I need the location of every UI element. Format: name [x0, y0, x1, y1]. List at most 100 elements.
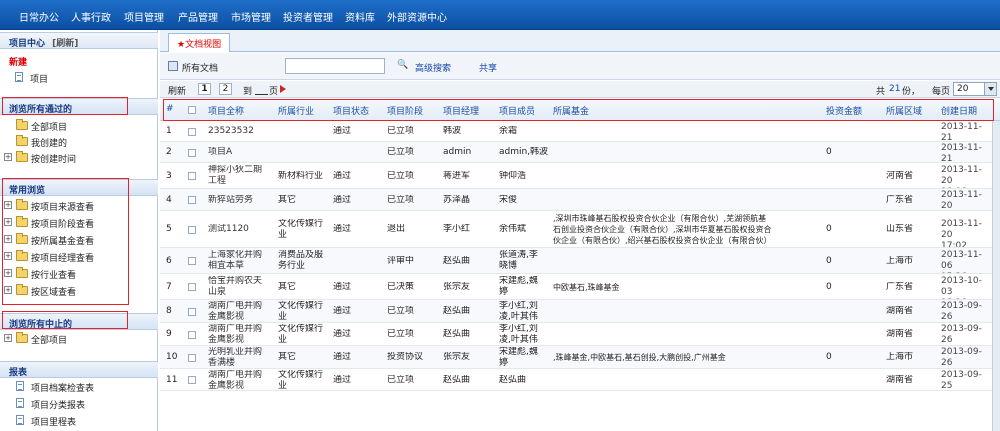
- row-checkbox[interactable]: [188, 149, 196, 157]
- cell-project-name[interactable]: 恰宝并购农夫 山泉: [208, 276, 276, 298]
- section-common-browse[interactable]: 常用浏览: [0, 179, 158, 196]
- report-icon: [16, 415, 24, 425]
- report-item-archive-check[interactable]: 项目档案检查表: [0, 379, 150, 395]
- tab-document-view[interactable]: ★文档视图: [168, 33, 231, 52]
- row-checkbox[interactable]: [188, 226, 196, 234]
- page-2-button[interactable]: 2: [219, 83, 232, 95]
- row-checkbox[interactable]: [188, 128, 196, 136]
- nav-item-investor-management[interactable]: 投资者管理: [283, 9, 333, 24]
- table-row[interactable]: 8 湖南广电并购 金鹰影视 文化传媒行 业通过 已立项 赵弘曲 李小红,刘 凌,叶其伟 湖南…: [160, 300, 1000, 323]
- per-page-select[interactable]: 20: [953, 82, 997, 96]
- header-col-index[interactable]: #: [166, 104, 174, 114]
- table-row[interactable]: 3 神探小狄二期 工程 新材料行业 通过 已立项 蒋进军 钟仰浩 河南省 2013-11-20 …: [160, 163, 1000, 189]
- header-col-manager[interactable]: 项目经理: [443, 104, 479, 117]
- nav-item-product-management[interactable]: 产品管理: [178, 9, 218, 24]
- nav-item-external-resources[interactable]: 外部资源中心: [387, 9, 447, 24]
- cell-created-date: 2013-09-26 17:05: [941, 324, 982, 345]
- table-row[interactable]: 4 新猝站劳务其它 通过 已立项 苏泽晶 宋俊 广东省 2013-11-20 17:47: [160, 189, 1000, 211]
- new-project-link[interactable]: 项目: [0, 70, 120, 86]
- table-row[interactable]: 5 测试1120 文化传媒行 业通过 退出 李小红 余伟斌 ,深圳市珠峰基石股权投资合伙企业…: [160, 211, 1000, 248]
- expand-icon[interactable]: +: [4, 286, 12, 294]
- table-row[interactable]: 10 光明乳业并购 香满楼 其它 通过 投资协议 张宗友 宋建彪,魏 婷 ,珠峰基金,中欧基石…: [160, 346, 1000, 369]
- header-col-investment[interactable]: 投资金额: [826, 104, 862, 117]
- header-col-members[interactable]: 项目成员: [499, 104, 535, 117]
- nav-item-project-management[interactable]: 项目管理: [124, 9, 164, 24]
- section-reports[interactable]: 报表: [0, 361, 158, 378]
- cell-project-name[interactable]: 上海家化并购 相宜本草: [208, 250, 276, 272]
- header-col-created-date[interactable]: 创建日期: [941, 104, 977, 117]
- tree-item-by-region[interactable]: + 按区域查看: [0, 283, 150, 299]
- search-input[interactable]: [285, 58, 385, 74]
- cell-project-name[interactable]: 新猝站劳务: [208, 195, 276, 206]
- header-col-stage[interactable]: 项目阶段: [387, 104, 423, 117]
- goto-page-input[interactable]: [255, 83, 268, 95]
- row-checkbox[interactable]: [188, 376, 196, 384]
- table-row[interactable]: 9 湖南广电并购 金鹰影视 文化传媒行 业通过 已立项 赵弘曲 李小红,刘 凌,叶其伟 湖南…: [160, 323, 1000, 346]
- row-checkbox[interactable]: [188, 196, 196, 204]
- nav-item-hr-admin[interactable]: 人事行政: [71, 9, 111, 24]
- all-documents-label[interactable]: 所有文档: [182, 61, 218, 74]
- section-all-passed[interactable]: 浏览所有通过的: [0, 98, 158, 115]
- table-row[interactable]: 11 湖南广电并购 金鹰影视 文化传媒行 业通过 已立项 赵弘曲 赵弘曲 湖南省 2013-0…: [160, 369, 1000, 391]
- tree-item-by-manager[interactable]: + 按项目经理查看: [0, 249, 150, 265]
- search-icon[interactable]: 🔍: [397, 60, 408, 70]
- row-checkbox[interactable]: [188, 257, 196, 265]
- table-row[interactable]: 7 恰宝并购农夫 山泉 其它 通过 已决策 张宗友 宋建彪,魏 婷 中欧基石,珠峰基金 0 广东省…: [160, 274, 1000, 300]
- table-row[interactable]: 1 23523532 通过 已立项 韩波 余霜 2013-11-21 17:39: [160, 121, 1000, 142]
- tree-item-my-created[interactable]: 我创建的: [0, 134, 150, 150]
- nav-item-daily-office[interactable]: 日常办公: [19, 9, 59, 24]
- row-checkbox[interactable]: [188, 331, 196, 339]
- expand-icon[interactable]: +: [4, 269, 12, 277]
- header-col-status[interactable]: 项目状态: [333, 104, 369, 117]
- refresh-button[interactable]: 刷新: [168, 84, 186, 97]
- report-item-milestone[interactable]: 项目里程表: [0, 413, 150, 429]
- table-row[interactable]: 6 上海家化并购 相宜本草 消费品及服 务行业 评审中 赵弘曲 张道涛,李 晓博 0 上海市 2…: [160, 248, 1000, 274]
- go-arrow-icon[interactable]: [280, 85, 286, 93]
- cell-manager: 张宗友: [443, 352, 471, 362]
- tree-item-by-fund[interactable]: + 按所属基金查看: [0, 232, 150, 248]
- header-col-region[interactable]: 所属区域: [886, 104, 922, 117]
- cell-project-name[interactable]: 神探小狄二期 工程: [208, 165, 276, 187]
- row-checkbox[interactable]: [188, 354, 196, 362]
- section-all-terminated[interactable]: 浏览所有中止的: [0, 313, 158, 330]
- expand-icon[interactable]: +: [4, 235, 12, 243]
- tree-item-all-projects[interactable]: 全部项目: [0, 118, 150, 134]
- cell-status: 通过: [333, 282, 352, 292]
- vertical-scrollbar[interactable]: [992, 121, 1000, 431]
- tree-item-by-stage[interactable]: + 按项目阶段查看: [0, 215, 150, 231]
- folder-icon: [16, 216, 28, 227]
- advanced-search-link[interactable]: 高级搜索: [415, 61, 451, 74]
- cell-project-name[interactable]: 23523532: [208, 126, 276, 137]
- tree-item-by-source[interactable]: + 按项目来源查看: [0, 198, 150, 214]
- header-col-industry[interactable]: 所属行业: [278, 104, 314, 117]
- tree-item-by-industry[interactable]: + 按行业查看: [0, 266, 150, 282]
- report-item-category[interactable]: 项目分类报表: [0, 396, 150, 412]
- nav-item-document-library[interactable]: 资料库: [345, 9, 375, 24]
- cell-project-name[interactable]: 湖南广电并购 金鹰影视: [208, 324, 276, 345]
- expand-icon[interactable]: +: [4, 153, 12, 161]
- share-link[interactable]: 共享: [479, 61, 497, 74]
- tree-item-terminated-all[interactable]: + 全部项目: [0, 331, 150, 347]
- cell-project-name[interactable]: 湖南广电并购 金鹰影视: [208, 301, 276, 322]
- header-col-project-name[interactable]: 项目全称: [208, 104, 244, 117]
- row-checkbox[interactable]: [188, 308, 196, 316]
- expand-icon[interactable]: +: [4, 252, 12, 260]
- expand-icon[interactable]: +: [4, 334, 12, 342]
- cell-project-name[interactable]: 测试1120: [208, 224, 276, 235]
- expand-icon[interactable]: +: [4, 201, 12, 209]
- table-row[interactable]: 2 项目A 已立项 admin admin,韩波 0 2013-11-21 17:38: [160, 142, 1000, 163]
- cell-project-name[interactable]: 项目A: [208, 147, 276, 158]
- header-col-fund[interactable]: 所属基金: [553, 104, 589, 117]
- nav-item-market-management[interactable]: 市场管理: [231, 9, 271, 24]
- expand-icon[interactable]: +: [4, 218, 12, 226]
- row-checkbox[interactable]: [188, 283, 196, 291]
- chevron-down-icon[interactable]: [984, 83, 996, 95]
- row-checkbox[interactable]: [188, 172, 196, 180]
- cell-project-name[interactable]: 光明乳业并购 香满楼: [208, 347, 276, 368]
- new-label: 新建: [9, 58, 28, 68]
- sidebar-refresh-link[interactable]: [刷新]: [52, 39, 78, 49]
- tree-item-by-created-time[interactable]: + 按创建时间: [0, 150, 150, 166]
- cell-project-name[interactable]: 湖南广电并购 金鹰影视: [208, 370, 276, 390]
- select-all-checkbox[interactable]: [188, 106, 196, 114]
- page-1-button[interactable]: 1: [198, 83, 211, 95]
